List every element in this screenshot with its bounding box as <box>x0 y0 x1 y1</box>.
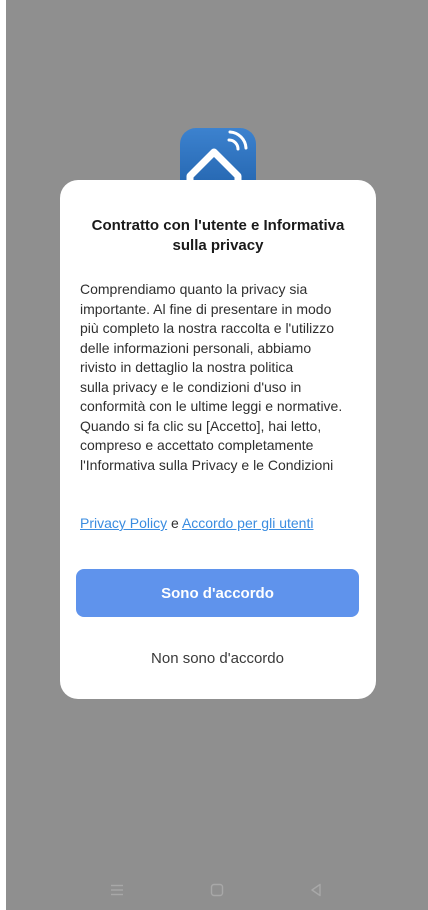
policy-links: Privacy Policy e Accordo per gli utenti <box>80 513 362 533</box>
body-line: più completo la nostra raccolta e l'util… <box>80 320 335 336</box>
body-line: sulla privacy e le condizioni d'uso in <box>80 378 302 395</box>
menu-icon[interactable] <box>103 876 131 904</box>
body-line: conformità con le ultime leggi e normati… <box>80 398 343 414</box>
screen: Contratto con l'utente e Informativa sul… <box>6 0 428 910</box>
body-line: importante. Al fine di presentare in mod… <box>80 300 332 317</box>
privacy-policy-link[interactable]: Privacy Policy <box>80 515 167 531</box>
body-line: Comprendiamo quanto la privacy sia <box>80 281 308 297</box>
body-line: l'Informativa sulla Privacy e le Condizi… <box>80 456 334 473</box>
body-line: rivisto in dettaglio la nostra politica <box>80 359 294 375</box>
body-line: delle informazioni personali, abbiamo <box>80 339 312 356</box>
user-agreement-link[interactable]: Accordo per gli utenti <box>182 515 314 531</box>
disagree-button[interactable]: Non sono d'accordo <box>76 636 359 680</box>
agree-button[interactable]: Sono d'accordo <box>76 569 359 617</box>
navigation-bar <box>6 868 428 910</box>
privacy-dialog: Contratto con l'utente e Informativa sul… <box>60 180 376 699</box>
links-separator: e <box>167 515 182 531</box>
dialog-title: Contratto con l'utente e Informativa sul… <box>91 217 345 254</box>
body-line: Quando si fa clic su [Accetto], hai lett… <box>80 417 322 434</box>
home-icon[interactable] <box>203 876 231 904</box>
dialog-body: Comprendiamo quanto la privacy sia impor… <box>80 280 362 475</box>
back-icon[interactable] <box>302 876 330 904</box>
body-line: compreso e accettato completamente <box>80 437 314 453</box>
